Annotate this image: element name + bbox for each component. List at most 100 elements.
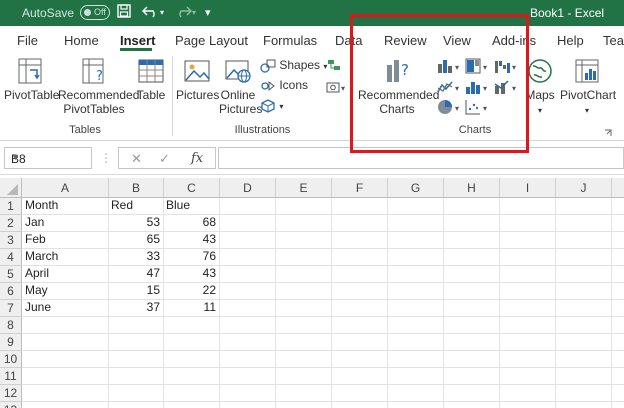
row-header-3[interactable]: 3 xyxy=(0,232,22,249)
waterfall-chart-button[interactable]: ▾ xyxy=(494,58,520,77)
cell-a1[interactable]: Month xyxy=(22,197,108,214)
cancel-icon[interactable]: ✕ xyxy=(131,151,142,167)
statistic-chart-button[interactable]: ▾ xyxy=(465,79,491,98)
pictures-button[interactable]: Pictures xyxy=(176,56,219,102)
cell-c5[interactable]: 43 xyxy=(163,265,219,282)
tab-insert[interactable]: Insert xyxy=(120,33,155,48)
cell-b7[interactable]: 37 xyxy=(108,299,163,316)
tab-data[interactable]: Data xyxy=(335,33,362,48)
cell-c7[interactable]: 11 xyxy=(163,299,219,316)
cell-b2[interactable]: 53 xyxy=(108,214,163,231)
cell-a6[interactable]: May xyxy=(22,282,108,299)
autosave-toggle[interactable]: Off xyxy=(80,5,110,20)
tab-file[interactable]: File xyxy=(17,33,38,48)
name-box[interactable]: B8 ▼ xyxy=(4,147,92,169)
cell-c3[interactable]: 43 xyxy=(163,231,219,248)
row-header-10[interactable]: 10 xyxy=(0,351,22,368)
column-header-d[interactable]: D xyxy=(220,178,276,198)
cell-a5[interactable]: April xyxy=(22,265,108,282)
column-header-j[interactable]: J xyxy=(556,178,612,198)
smartart-button[interactable] xyxy=(326,58,342,75)
column-header-a[interactable]: A xyxy=(22,178,109,198)
insert-function-icon[interactable]: fx xyxy=(191,151,203,166)
enter-icon[interactable]: ✓ xyxy=(159,151,170,167)
tab-help[interactable]: Help xyxy=(557,33,584,48)
cell-a2[interactable]: Jan xyxy=(22,214,108,231)
column-header-i[interactable]: I xyxy=(500,178,556,198)
shapes-icon xyxy=(260,59,276,73)
column-header-e[interactable]: E xyxy=(276,178,332,198)
online-pictures-button[interactable]: Online Pictures xyxy=(219,56,262,116)
table-button[interactable]: Table xyxy=(134,56,168,102)
pivotchart-button[interactable]: PivotChart ▾ xyxy=(560,56,616,118)
cell-c6[interactable]: 22 xyxy=(163,282,219,299)
row-header-13[interactable]: 13 xyxy=(0,402,22,408)
line-chart-button[interactable]: ▾ xyxy=(437,79,463,98)
column-header-k[interactable] xyxy=(612,178,624,198)
customize-toolbar-icon[interactable]: ▾ xyxy=(205,6,211,19)
shapes-button[interactable]: Shapes ▾ xyxy=(260,58,327,73)
smartart-icon xyxy=(328,60,340,70)
tab-home[interactable]: Home xyxy=(64,33,99,48)
pivottable-button[interactable]: PivotTable xyxy=(4,56,59,102)
tab-page-layout[interactable]: Page Layout xyxy=(175,33,248,48)
cell-b3[interactable]: 65 xyxy=(108,231,163,248)
cell-a4[interactable]: March xyxy=(22,248,108,265)
tab-team[interactable]: Tear xyxy=(603,33,624,48)
maps-button[interactable]: Maps ▾ xyxy=(524,56,556,118)
row-header-8[interactable]: 8 xyxy=(0,317,22,334)
combo-chart-button[interactable]: ▾ xyxy=(494,79,520,98)
name-box-dropdown-icon[interactable]: ▼ xyxy=(11,152,87,162)
scatter-chart-icon: ▾ xyxy=(465,100,487,115)
column-chart-button[interactable]: ▾ xyxy=(437,58,463,77)
recommended-charts-label-2: Charts xyxy=(379,102,415,116)
screenshot-button[interactable]: ▾ xyxy=(326,80,348,97)
row-header-4[interactable]: 4 xyxy=(0,249,22,266)
ribbon: PivotTable ? Recommended PivotTables Tab… xyxy=(0,52,624,141)
column-header-b[interactable]: B xyxy=(109,178,164,198)
pie-chart-button[interactable]: ▾ xyxy=(437,99,463,118)
row-header-9[interactable]: 9 xyxy=(0,334,22,351)
save-icon[interactable] xyxy=(117,4,131,21)
select-all-corner[interactable] xyxy=(0,178,22,198)
3d-models-button[interactable]: ▾ xyxy=(260,98,283,113)
cell-b1[interactable]: Red xyxy=(108,197,163,214)
tab-formulas[interactable]: Formulas xyxy=(263,33,317,48)
formula-input[interactable] xyxy=(218,147,624,169)
icons-button[interactable]: Icons xyxy=(260,78,308,93)
recommended-charts-button[interactable]: ? Recommended Charts xyxy=(358,56,439,116)
row-header-2[interactable]: 2 xyxy=(0,215,22,232)
autosave-state: Off xyxy=(94,7,106,17)
column-header-c[interactable]: C xyxy=(164,178,220,198)
online-pictures-label-2: Pictures xyxy=(219,102,263,116)
row-header-11[interactable]: 11 xyxy=(0,368,22,385)
cell-c1[interactable]: Blue xyxy=(163,197,219,214)
redo-icon[interactable] xyxy=(174,4,193,21)
charts-dialog-launcher-icon[interactable] xyxy=(604,126,612,140)
cell-b6[interactable]: 15 xyxy=(108,282,163,299)
row-header-1[interactable]: 1 xyxy=(0,198,22,215)
column-header-g[interactable]: G xyxy=(388,178,444,198)
redo-dropdown-icon[interactable]: ▾ xyxy=(192,8,196,17)
cell-a7[interactable]: June xyxy=(22,299,108,316)
row-header-12[interactable]: 12 xyxy=(0,385,22,402)
scatter-chart-button[interactable]: ▾ xyxy=(465,99,491,118)
hierarchy-chart-button[interactable]: ▾ xyxy=(465,58,491,77)
tab-review[interactable]: Review xyxy=(384,33,427,48)
cell-c2[interactable]: 68 xyxy=(163,214,219,231)
tab-view[interactable]: View xyxy=(443,33,471,48)
tab-add-ins[interactable]: Add-ins xyxy=(492,33,536,48)
recommended-pivottables-button[interactable]: ? Recommended PivotTables xyxy=(58,56,139,116)
undo-icon[interactable] xyxy=(141,4,160,21)
undo-dropdown-icon[interactable]: ▾ xyxy=(160,8,164,17)
row-header-5[interactable]: 5 xyxy=(0,266,22,283)
table-label: Table xyxy=(136,88,166,102)
cell-a3[interactable]: Feb xyxy=(22,231,108,248)
cell-b5[interactable]: 47 xyxy=(108,265,163,282)
cell-b4[interactable]: 33 xyxy=(108,248,163,265)
row-header-7[interactable]: 7 xyxy=(0,300,22,317)
column-header-f[interactable]: F xyxy=(332,178,388,198)
row-header-6[interactable]: 6 xyxy=(0,283,22,300)
column-header-h[interactable]: H xyxy=(444,178,500,198)
cell-c4[interactable]: 76 xyxy=(163,248,219,265)
